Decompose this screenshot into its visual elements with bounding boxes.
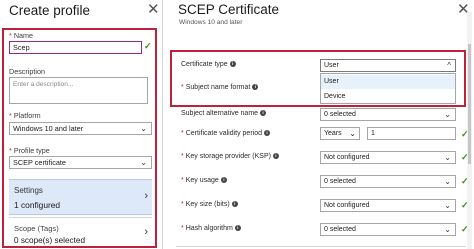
key-usage-label-text: Key usage: [185, 177, 219, 184]
key-size-value: Not configured: [324, 202, 370, 209]
scrollbar-thumb[interactable]: [468, 44, 471, 164]
chevron-down-icon: ⌄: [444, 110, 451, 119]
required-marker: *: [181, 153, 184, 160]
info-icon[interactable]: i: [231, 201, 238, 208]
validity-unit-value: Years: [324, 130, 342, 137]
ksp-label-text: Key storage provider (KSP): [185, 153, 271, 160]
chevron-down-icon: ⌄: [444, 153, 451, 162]
chevron-down-icon: ⌄: [349, 129, 356, 138]
required-marker: *: [181, 225, 184, 232]
key-size-label: * Key size (bits) i: [181, 201, 238, 208]
validity-number-input[interactable]: 1: [367, 127, 456, 140]
key-usage-value: 0 selected: [324, 178, 356, 185]
info-icon[interactable]: i: [260, 110, 267, 117]
scep-certificate-subtitle: Windows 10 and later: [179, 19, 243, 26]
info-icon[interactable]: i: [234, 225, 241, 232]
info-icon[interactable]: i: [220, 177, 227, 184]
info-icon[interactable]: i: [264, 130, 270, 137]
required-marker: *: [181, 177, 184, 184]
subject-alt-name-label-text: Subject alternative name: [181, 110, 259, 117]
subject-alt-name-value: 0 selected: [324, 111, 356, 118]
divider: [176, 246, 466, 247]
highlight-box-right: [170, 50, 466, 107]
close-icon[interactable]: ✕: [147, 2, 160, 18]
ksp-value: Not configured: [324, 154, 370, 161]
key-usage-select[interactable]: 0 selected ⌄: [320, 175, 456, 188]
highlight-box-left: [2, 28, 157, 248]
hash-algorithm-label: * Hash algorithm i: [181, 225, 241, 232]
validity-unit-select[interactable]: Years ⌄: [320, 127, 360, 140]
chevron-down-icon: ⌄: [444, 201, 451, 210]
required-marker: *: [181, 130, 184, 137]
subject-alt-name-label: Subject alternative name i: [181, 110, 267, 117]
key-size-label-text: Key size (bits): [185, 201, 230, 208]
hash-algorithm-label-text: Hash algorithm: [185, 225, 233, 232]
chevron-down-icon: ⌄: [444, 225, 451, 234]
create-profile-title: Create profile: [9, 3, 91, 18]
subject-alt-name-select[interactable]: 0 selected ⌄: [320, 108, 456, 121]
required-marker: *: [181, 201, 184, 208]
scep-certificate-title: SCEP Certificate: [178, 2, 280, 17]
key-usage-label: * Key usage i: [181, 177, 227, 184]
hash-algorithm-value: 0 selected: [324, 226, 356, 233]
ksp-select[interactable]: Not configured ⌄: [320, 151, 456, 164]
key-size-select[interactable]: Not configured ⌄: [320, 199, 456, 212]
info-icon[interactable]: i: [272, 153, 279, 160]
chevron-down-icon: ⌄: [444, 177, 451, 186]
validity-period-label: * Certificate validity period i: [181, 130, 270, 137]
validity-period-label-text: Certificate validity period: [185, 130, 262, 137]
hash-algorithm-select[interactable]: 0 selected ⌄: [320, 223, 456, 236]
ksp-label: * Key storage provider (KSP) i: [181, 153, 279, 160]
